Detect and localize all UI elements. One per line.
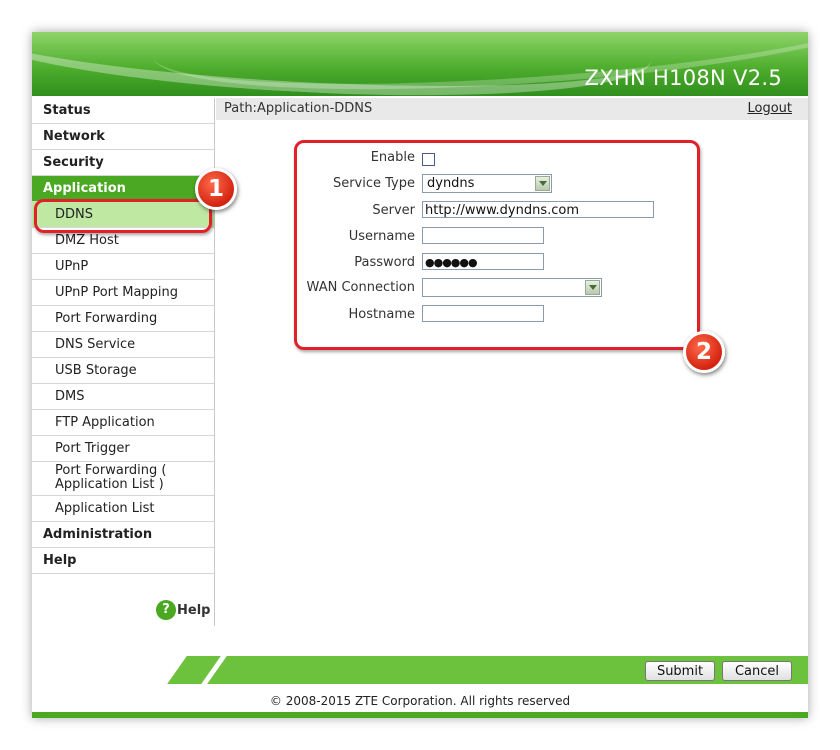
help-label: Help (177, 602, 211, 618)
nav-sub-usb-storage[interactable]: USB Storage (32, 358, 214, 384)
submit-button[interactable]: Submit (645, 661, 715, 681)
step-badge-2: 2 (683, 331, 725, 373)
help-icon: ? (156, 600, 176, 620)
logout-link[interactable]: Logout (747, 101, 792, 116)
nav-sub-upnp[interactable]: UPnP (32, 254, 214, 280)
bottom-strip (32, 712, 808, 718)
footer-bar: Submit Cancel (167, 656, 808, 684)
nav-sub-dms[interactable]: DMS (32, 384, 214, 410)
highlight-box-ddns (34, 199, 212, 233)
nav-status[interactable]: Status (32, 98, 214, 124)
sidebar: Status Network Security Application DDNS… (32, 98, 215, 626)
nav-sub-application-list[interactable]: Application List (32, 496, 214, 522)
step-badge-1: 1 (195, 168, 237, 210)
copyright-text: © 2008-2015 ZTE Corporation. All rights … (269, 694, 571, 708)
path-bar: Path:Application-DDNS Logout (216, 98, 808, 120)
highlight-box-form (294, 140, 700, 350)
nav-administration[interactable]: Administration (32, 522, 214, 548)
nav-sub-ftp-application[interactable]: FTP Application (32, 410, 214, 436)
cancel-button[interactable]: Cancel (722, 661, 792, 681)
router-admin-window: ZXHN H108N V2.5 Status Network Security … (32, 32, 808, 718)
help-link[interactable]: ? Help (156, 600, 210, 620)
nav-sub-port-trigger[interactable]: Port Trigger (32, 436, 214, 462)
nav-sub-port-forwarding[interactable]: Port Forwarding (32, 306, 214, 332)
nav-sub-dns-service[interactable]: DNS Service (32, 332, 214, 358)
nav-sub-upnp-port-mapping[interactable]: UPnP Port Mapping (32, 280, 214, 306)
model-name: ZXHN H108N V2.5 (584, 66, 782, 90)
nav-security[interactable]: Security (32, 150, 214, 176)
nav-network[interactable]: Network (32, 124, 214, 150)
header-banner: ZXHN H108N V2.5 (32, 32, 808, 96)
breadcrumb: Path:Application-DDNS (224, 101, 373, 116)
nav-sub-port-forwarding-app-list[interactable]: Port Forwarding ( Application List ) (32, 462, 214, 496)
nav-help[interactable]: Help (32, 548, 214, 574)
